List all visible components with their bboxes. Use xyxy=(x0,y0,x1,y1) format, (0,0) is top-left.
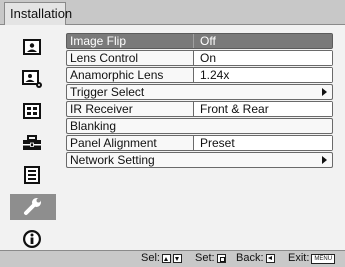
menu-item-value: Front & Rear xyxy=(193,102,332,116)
menu-item-label: IR Receiver xyxy=(70,102,133,116)
sidebar-item-setup[interactable] xyxy=(16,130,48,156)
sidebar-item-screen[interactable] xyxy=(16,98,48,124)
exit-label: Exit: xyxy=(288,252,310,264)
wrench-icon xyxy=(24,198,41,215)
screen-icon xyxy=(23,103,41,119)
menu-item-lens-control[interactable]: Lens Control On xyxy=(66,50,333,66)
installation-menu-screen: Installation Image Flip Off Lens Control… xyxy=(0,0,345,267)
enter-key-icon xyxy=(216,254,226,263)
menu-title: Installation xyxy=(4,2,72,25)
sidebar-item-function[interactable] xyxy=(16,162,48,188)
sel-hint: Sel: xyxy=(141,251,182,266)
sidebar-item-installation[interactable] xyxy=(10,194,56,220)
menu-item-value: Preset xyxy=(193,136,332,150)
menu-item-image-flip[interactable]: Image Flip Off xyxy=(66,33,333,49)
sidebar-item-picture-adjust[interactable] xyxy=(16,66,48,92)
menu-item-label: Image Flip xyxy=(70,34,127,48)
menu-key-icon: MENU xyxy=(311,253,336,264)
menu-item-trigger-select[interactable]: Trigger Select xyxy=(66,84,333,100)
arrow-up-key-icon xyxy=(161,254,171,263)
menu-item-label: Trigger Select xyxy=(70,85,145,99)
sidebar-item-picture[interactable] xyxy=(16,34,48,60)
function-list-icon xyxy=(24,166,40,184)
arrow-left-key-icon xyxy=(265,254,275,263)
arrow-down-key-icon xyxy=(172,254,182,263)
set-hint: Set: xyxy=(195,251,226,266)
back-hint: Back: xyxy=(236,251,275,266)
submenu-arrow-icon xyxy=(322,88,327,96)
installation-menu-list: Image Flip Off Lens Control On Anamorphi… xyxy=(66,33,333,169)
menu-item-value: Off xyxy=(193,34,332,48)
setup-toolbox-icon xyxy=(23,135,41,150)
picture-adjust-icon xyxy=(22,70,42,88)
menu-item-ir-receiver[interactable]: IR Receiver Front & Rear xyxy=(66,101,333,117)
status-bar: Sel: Set: Back: Exit: MENU xyxy=(0,250,345,267)
information-icon xyxy=(23,230,41,248)
sidebar-item-information[interactable] xyxy=(16,226,48,252)
menu-item-label: Panel Alignment xyxy=(70,136,157,150)
menu-item-label: Blanking xyxy=(70,119,117,133)
menu-item-value: On xyxy=(193,51,332,65)
menu-item-panel-alignment[interactable]: Panel Alignment Preset xyxy=(66,135,333,151)
submenu-arrow-icon xyxy=(322,156,327,164)
menu-item-value: 1.24x xyxy=(193,68,332,82)
menu-item-label: Lens Control xyxy=(70,51,139,65)
sel-label: Sel: xyxy=(141,252,160,264)
menu-item-label: Anamorphic Lens xyxy=(70,68,164,82)
set-label: Set: xyxy=(195,252,215,264)
category-sidebar xyxy=(6,34,56,248)
menu-item-blanking[interactable]: Blanking xyxy=(66,118,333,134)
menu-item-network-setting[interactable]: Network Setting xyxy=(66,152,333,168)
menu-item-anamorphic-lens[interactable]: Anamorphic Lens 1.24x xyxy=(66,67,333,83)
back-label: Back: xyxy=(236,252,264,264)
picture-icon xyxy=(23,39,41,55)
exit-hint: Exit: MENU xyxy=(288,251,336,266)
title-bar: Installation xyxy=(0,0,345,25)
menu-item-label: Network Setting xyxy=(70,153,155,167)
